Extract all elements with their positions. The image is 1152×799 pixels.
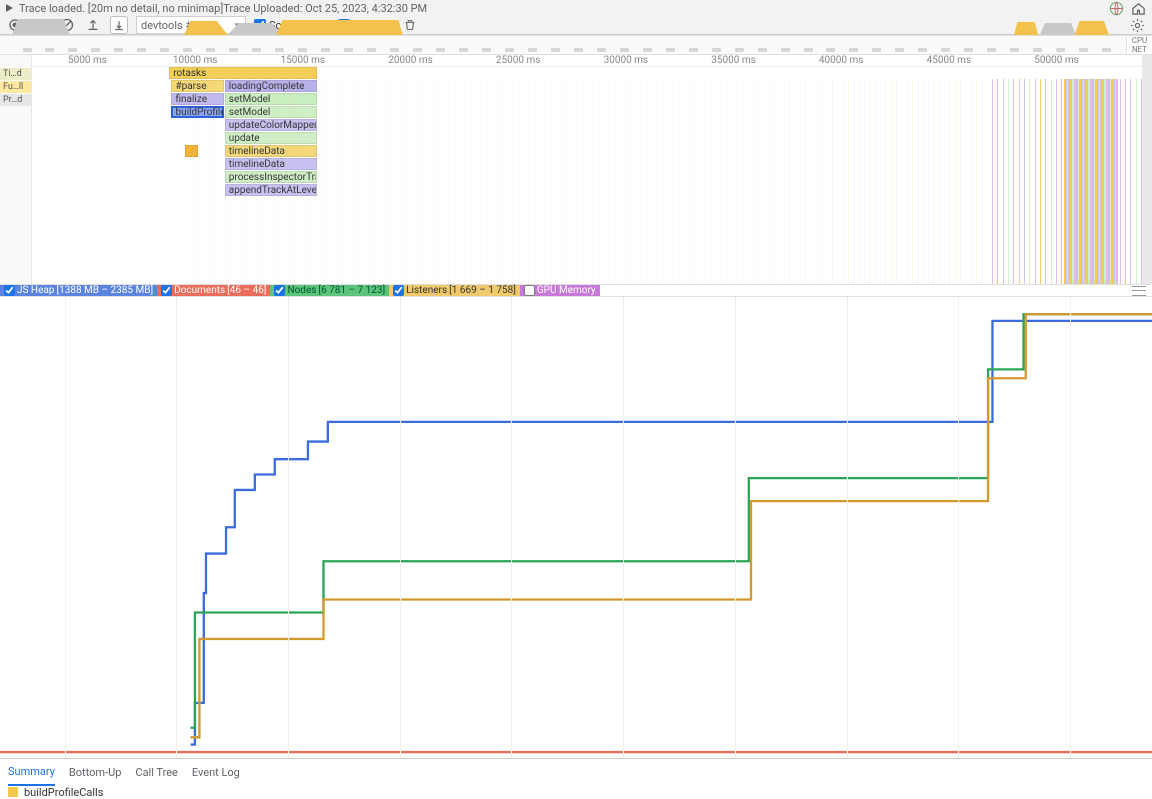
flame-entry-appendTrackAtLevel[interactable]: appendTrackAtLevel xyxy=(225,184,317,196)
nodes-toggle[interactable]: Nodes [6 781 – 7 123] xyxy=(270,285,389,296)
bottom-tabs: Summary Bottom-Up Call Tree Event Log xyxy=(0,758,1152,786)
play-icon[interactable] xyxy=(6,4,13,12)
cpu-label: CPU xyxy=(1127,36,1152,45)
flame-ruler-tick: 5000 ms xyxy=(68,55,107,66)
jsheap-toggle[interactable]: JS Heap [1388 MB – 2385 MB] xyxy=(0,285,157,296)
listeners-label: Listeners xyxy=(406,285,447,296)
jsheap-checkbox[interactable] xyxy=(4,285,15,296)
track-timings[interactable]: Ti…d xyxy=(0,68,31,80)
flame-ruler-tick: 30000 ms xyxy=(604,55,649,66)
download-button[interactable] xyxy=(110,16,128,34)
flame-ruler-tick: 20000 ms xyxy=(388,55,433,66)
status-trace-loaded: Trace loaded. xyxy=(19,2,85,15)
tab-calltree[interactable]: Call Tree xyxy=(135,760,177,785)
listeners-toggle[interactable]: Listeners [1 669 – 1 758] xyxy=(389,285,520,296)
globe-icon[interactable] xyxy=(1108,0,1124,16)
flame-entry-updateColorMapper[interactable]: updateColorMapper xyxy=(225,119,317,131)
flame-entry-setModel1[interactable]: setModel xyxy=(225,93,317,105)
upload-button[interactable] xyxy=(84,16,102,34)
flame-entry-timelineData1[interactable]: timelineData xyxy=(225,145,317,157)
flame-entry-timelineData2[interactable]: timelineData xyxy=(225,158,317,170)
tab-eventlog[interactable]: Event Log xyxy=(192,760,240,785)
nodes-range: [6 781 – 7 123] xyxy=(318,285,385,296)
flame-ruler-tick: 10000 ms xyxy=(173,55,218,66)
flame-entry-update[interactable]: update xyxy=(225,132,317,144)
gpu-checkbox[interactable] xyxy=(524,285,535,296)
detail-name: buildProfileCalls xyxy=(24,786,103,799)
status-bar: Trace loaded. [20m no detail, no minimap… xyxy=(0,0,1152,16)
flame-entry-setModel2[interactable]: setModel xyxy=(225,106,317,118)
listeners-range: [1 669 – 1 758] xyxy=(449,285,516,296)
nodes-checkbox[interactable] xyxy=(274,285,285,296)
summary-detail: buildProfileCalls xyxy=(0,786,1152,799)
cpu-net-panel: CPU NET xyxy=(0,36,1152,55)
nodes-label: Nodes xyxy=(287,285,316,296)
settings-button[interactable] xyxy=(1128,16,1146,34)
listeners-checkbox[interactable] xyxy=(393,285,404,296)
flame-ruler-tick: 35000 ms xyxy=(711,55,756,66)
flame-entry-loadingComplete[interactable]: loadingComplete xyxy=(225,80,317,92)
documents-checkbox[interactable] xyxy=(161,285,172,296)
detail-color-swatch xyxy=(8,787,18,797)
documents-toggle[interactable]: Documents [46 – 46] xyxy=(157,285,270,296)
memory-menu-icon[interactable] xyxy=(1132,286,1146,296)
toolbar: devtools #1 ▼ Screenshots Memory xyxy=(0,16,1152,35)
memory-counters-row: JS Heap [1388 MB – 2385 MB] Documents [4… xyxy=(0,285,1152,297)
tab-bottomup[interactable]: Bottom-Up xyxy=(69,760,122,785)
memory-series-js-heap-(mb) xyxy=(191,321,1152,745)
net-label: NET xyxy=(1127,45,1152,54)
flamechart[interactable]: Ti…d Fu…ll Pr…d 5000 ms 10000 ms 15000 ms 2… xyxy=(0,55,1152,285)
status-trace-uploaded: Trace Uploaded: Oct 25, 2023, 4:32:30 PM xyxy=(223,2,427,15)
tab-summary[interactable]: Summary xyxy=(8,759,55,786)
memory-series-listeners xyxy=(191,314,1152,737)
jsheap-range: [1388 MB – 2385 MB] xyxy=(56,285,153,296)
scroll-handle[interactable] xyxy=(1142,55,1152,284)
documents-range: [46 – 46] xyxy=(227,285,266,296)
jsheap-label: JS Heap xyxy=(17,285,54,296)
status-trace-detail: [20m no detail, no minimap] xyxy=(88,2,223,15)
track-column: Ti…d Fu…ll Pr…d xyxy=(0,55,32,284)
home-icon[interactable] xyxy=(1130,0,1146,16)
flame-ruler-tick: 40000 ms xyxy=(819,55,864,66)
track-main[interactable]: Fu…ll xyxy=(0,81,31,93)
gpu-label: GPU Memory xyxy=(537,285,596,296)
track-raster[interactable]: Pr…d xyxy=(0,94,31,106)
flame-ruler-tick: 15000 ms xyxy=(281,55,326,66)
flame-ruler-tick: 50000 ms xyxy=(1034,55,1079,66)
documents-label: Documents xyxy=(174,285,225,296)
trash-icon[interactable] xyxy=(401,16,419,34)
flame-ruler-tick: 45000 ms xyxy=(927,55,972,66)
flame-entry-microtasks[interactable]: rotasks xyxy=(169,67,317,79)
memory-series-nodes xyxy=(191,314,1152,727)
flame-entry-processInspectorTrace[interactable]: processInspectorTrace xyxy=(225,171,317,183)
memory-chart[interactable] xyxy=(0,297,1152,758)
flame-ruler-tick: 25000 ms xyxy=(496,55,541,66)
gpu-toggle[interactable]: GPU Memory xyxy=(520,285,600,296)
